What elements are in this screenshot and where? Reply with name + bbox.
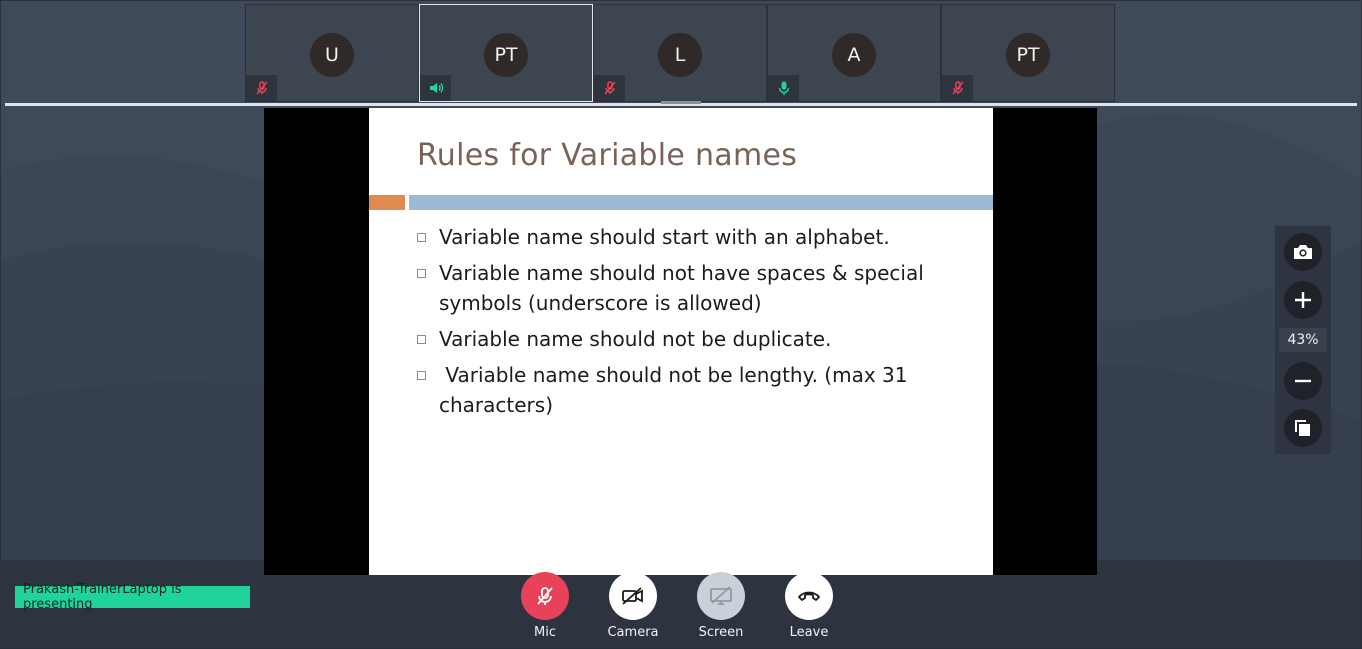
avatar: PT bbox=[484, 33, 528, 77]
mic-muted-icon bbox=[521, 572, 569, 620]
screen-share-button[interactable]: Screen bbox=[691, 572, 751, 640]
mic-on-icon bbox=[768, 75, 799, 101]
slide-bullet: Variable name should not be duplicate. bbox=[417, 324, 977, 354]
screenshot-camera-icon[interactable] bbox=[1284, 233, 1322, 271]
camera-button[interactable]: Camera bbox=[603, 572, 663, 640]
mic-muted-icon bbox=[594, 75, 625, 101]
hang-up-phone-icon bbox=[785, 572, 833, 620]
shared-screen[interactable]: Rules for Variable names Variable name s… bbox=[264, 108, 1097, 575]
slide-bullet: Variable name should not be lengthy. (ma… bbox=[417, 360, 977, 420]
slide-title: Rules for Variable names bbox=[417, 138, 798, 173]
camera-label: Camera bbox=[607, 625, 659, 640]
fit-window-copy-icon[interactable] bbox=[1284, 409, 1322, 447]
participant-tile[interactable]: PT bbox=[941, 4, 1115, 102]
bullet-square-icon bbox=[417, 371, 426, 380]
bullet-square-icon bbox=[417, 269, 426, 278]
mic-label: Mic bbox=[534, 625, 556, 640]
slide-bullet-list: Variable name should start with an alpha… bbox=[417, 222, 977, 426]
mic-muted-icon bbox=[942, 75, 973, 101]
mic-button[interactable]: Mic bbox=[515, 572, 575, 640]
avatar: U bbox=[310, 33, 354, 77]
slide-title-bar bbox=[409, 195, 993, 210]
leave-button[interactable]: Leave bbox=[779, 572, 839, 640]
leave-label: Leave bbox=[789, 625, 829, 640]
slide-accent-bar bbox=[369, 195, 405, 210]
screen-share-off-icon bbox=[697, 572, 745, 620]
participant-tile-active[interactable]: PT bbox=[419, 4, 593, 102]
zoom-controls: 43% bbox=[1275, 226, 1331, 454]
participant-strip: U PT L A PT bbox=[245, 4, 1117, 102]
presenting-status-badge: Prakash-TrainerLaptop is presenting bbox=[15, 582, 250, 612]
presentation-slide: Rules for Variable names Variable name s… bbox=[369, 108, 993, 575]
participant-tile[interactable]: L bbox=[593, 4, 767, 102]
screen-label: Screen bbox=[698, 625, 744, 640]
participant-tile[interactable]: U bbox=[245, 4, 419, 102]
avatar: L bbox=[658, 33, 702, 77]
participant-tile[interactable]: A bbox=[767, 4, 941, 102]
camera-off-icon bbox=[609, 572, 657, 620]
zoom-level: 43% bbox=[1279, 328, 1327, 352]
slide-bullet: Variable name should not have spaces & s… bbox=[417, 258, 977, 318]
avatar: A bbox=[832, 33, 876, 77]
speaker-volume-icon bbox=[420, 75, 451, 101]
avatar: PT bbox=[1006, 33, 1050, 77]
active-speaker-indicator bbox=[661, 101, 701, 104]
zoom-in-plus-icon[interactable] bbox=[1284, 281, 1322, 319]
mic-muted-icon bbox=[246, 75, 277, 101]
zoom-out-minus-icon[interactable] bbox=[1284, 362, 1322, 400]
bullet-square-icon bbox=[417, 233, 426, 242]
bullet-square-icon bbox=[417, 335, 426, 344]
slide-bullet: Variable name should start with an alpha… bbox=[417, 222, 977, 252]
